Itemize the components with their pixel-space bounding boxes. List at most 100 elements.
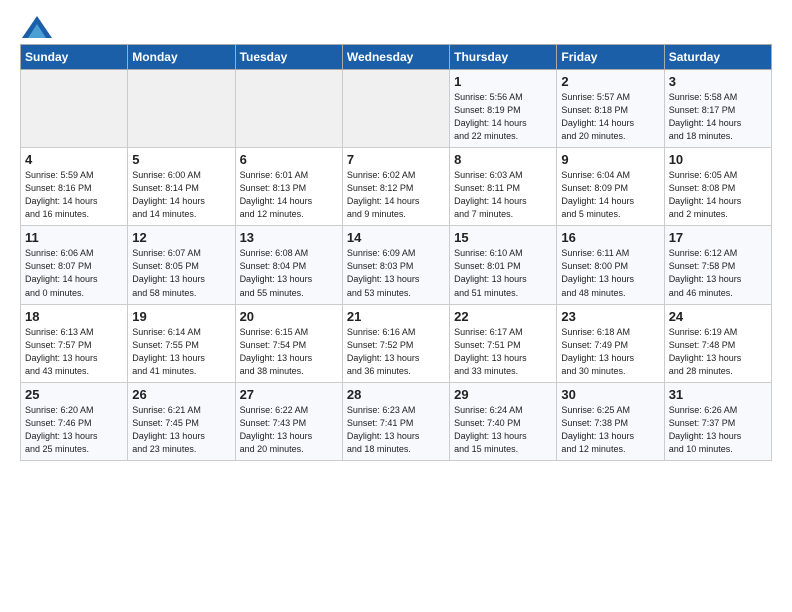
day-number: 8 [454,152,552,167]
day-number: 6 [240,152,338,167]
day-info: Sunrise: 6:13 AM Sunset: 7:57 PM Dayligh… [25,326,123,378]
day-number: 28 [347,387,445,402]
day-number: 17 [669,230,767,245]
day-info: Sunrise: 6:01 AM Sunset: 8:13 PM Dayligh… [240,169,338,221]
header-cell-friday: Friday [557,45,664,70]
header-cell-monday: Monday [128,45,235,70]
day-cell: 31 Sunrise: 6:26 AM Sunset: 7:37 PM Dayli… [664,382,771,460]
day-number: 10 [669,152,767,167]
day-info: Sunrise: 5:57 AM Sunset: 8:18 PM Dayligh… [561,91,659,143]
day-info: Sunrise: 6:21 AM Sunset: 7:45 PM Dayligh… [132,404,230,456]
logo [20,16,52,34]
day-info: Sunrise: 6:10 AM Sunset: 8:01 PM Dayligh… [454,247,552,299]
page: SundayMondayTuesdayWednesdayThursdayFrid… [0,0,792,473]
day-number: 12 [132,230,230,245]
day-number: 25 [25,387,123,402]
day-cell [342,70,449,148]
day-number: 3 [669,74,767,89]
day-info: Sunrise: 6:06 AM Sunset: 8:07 PM Dayligh… [25,247,123,299]
day-number: 1 [454,74,552,89]
day-number: 4 [25,152,123,167]
day-info: Sunrise: 6:18 AM Sunset: 7:49 PM Dayligh… [561,326,659,378]
day-cell: 1 Sunrise: 5:56 AM Sunset: 8:19 PM Daylig… [450,70,557,148]
day-cell [235,70,342,148]
day-cell: 26 Sunrise: 6:21 AM Sunset: 7:45 PM Dayli… [128,382,235,460]
day-number: 7 [347,152,445,167]
day-number: 5 [132,152,230,167]
day-cell: 22 Sunrise: 6:17 AM Sunset: 7:51 PM Dayli… [450,304,557,382]
day-cell: 14Sunrise: 6:09 AM Sunset: 8:03 PM Dayli… [342,226,449,304]
day-cell: 27 Sunrise: 6:22 AM Sunset: 7:43 PM Dayli… [235,382,342,460]
header-cell-tuesday: Tuesday [235,45,342,70]
day-cell: 6 Sunrise: 6:01 AM Sunset: 8:13 PM Daylig… [235,148,342,226]
day-info: Sunrise: 6:00 AM Sunset: 8:14 PM Dayligh… [132,169,230,221]
day-info: Sunrise: 6:22 AM Sunset: 7:43 PM Dayligh… [240,404,338,456]
day-number: 30 [561,387,659,402]
week-row-3: 11 Sunrise: 6:06 AM Sunset: 8:07 PM Dayli… [21,226,772,304]
header-cell-wednesday: Wednesday [342,45,449,70]
week-row-4: 18 Sunrise: 6:13 AM Sunset: 7:57 PM Dayli… [21,304,772,382]
day-info: Sunrise: 6:24 AM Sunset: 7:40 PM Dayligh… [454,404,552,456]
day-cell: 20 Sunrise: 6:15 AM Sunset: 7:54 PM Dayli… [235,304,342,382]
header-cell-sunday: Sunday [21,45,128,70]
day-cell: 11 Sunrise: 6:06 AM Sunset: 8:07 PM Dayli… [21,226,128,304]
day-number: 9 [561,152,659,167]
day-number: 31 [669,387,767,402]
day-number: 24 [669,309,767,324]
day-cell [21,70,128,148]
day-number: 23 [561,309,659,324]
week-row-5: 25 Sunrise: 6:20 AM Sunset: 7:46 PM Dayli… [21,382,772,460]
day-number: 15 [454,230,552,245]
header [20,16,772,34]
day-info: Sunrise: 5:59 AM Sunset: 8:16 PM Dayligh… [25,169,123,221]
day-info: Sunrise: 6:07 AM Sunset: 8:05 PM Dayligh… [132,247,230,299]
day-cell: 23 Sunrise: 6:18 AM Sunset: 7:49 PM Dayli… [557,304,664,382]
day-info: Sunrise: 6:16 AM Sunset: 7:52 PM Dayligh… [347,326,445,378]
day-info: Sunrise: 6:17 AM Sunset: 7:51 PM Dayligh… [454,326,552,378]
day-info: Sunrise: 6:08 AM Sunset: 8:04 PM Dayligh… [240,247,338,299]
logo-icon [22,16,52,38]
day-cell [128,70,235,148]
day-number: 18 [25,309,123,324]
day-info: Sunrise: 6:20 AM Sunset: 7:46 PM Dayligh… [25,404,123,456]
day-cell: 3 Sunrise: 5:58 AM Sunset: 8:17 PM Daylig… [664,70,771,148]
calendar-table: SundayMondayTuesdayWednesdayThursdayFrid… [20,44,772,461]
header-cell-thursday: Thursday [450,45,557,70]
day-cell: 28 Sunrise: 6:23 AM Sunset: 7:41 PM Dayli… [342,382,449,460]
day-info: Sunrise: 6:19 AM Sunset: 7:48 PM Dayligh… [669,326,767,378]
day-info: Sunrise: 6:09 AM Sunset: 8:03 PM Dayligh… [347,247,445,299]
day-info: Sunrise: 6:15 AM Sunset: 7:54 PM Dayligh… [240,326,338,378]
header-cell-saturday: Saturday [664,45,771,70]
day-info: Sunrise: 6:11 AM Sunset: 8:00 PM Dayligh… [561,247,659,299]
day-number: 26 [132,387,230,402]
day-number: 22 [454,309,552,324]
week-row-2: 4 Sunrise: 5:59 AM Sunset: 8:16 PM Daylig… [21,148,772,226]
day-cell: 17 Sunrise: 6:12 AM Sunset: 7:58 PM Dayli… [664,226,771,304]
day-info: Sunrise: 5:56 AM Sunset: 8:19 PM Dayligh… [454,91,552,143]
day-info: Sunrise: 6:25 AM Sunset: 7:38 PM Dayligh… [561,404,659,456]
day-cell: 24 Sunrise: 6:19 AM Sunset: 7:48 PM Dayli… [664,304,771,382]
day-number: 2 [561,74,659,89]
day-number: 20 [240,309,338,324]
day-number: 11 [25,230,123,245]
day-cell: 5 Sunrise: 6:00 AM Sunset: 8:14 PM Daylig… [128,148,235,226]
day-info: Sunrise: 6:12 AM Sunset: 7:58 PM Dayligh… [669,247,767,299]
day-info: Sunrise: 6:02 AM Sunset: 8:12 PM Dayligh… [347,169,445,221]
day-info: Sunrise: 5:58 AM Sunset: 8:17 PM Dayligh… [669,91,767,143]
day-cell: 12 Sunrise: 6:07 AM Sunset: 8:05 PM Dayli… [128,226,235,304]
day-cell: 21 Sunrise: 6:16 AM Sunset: 7:52 PM Dayli… [342,304,449,382]
day-number: 29 [454,387,552,402]
day-info: Sunrise: 6:23 AM Sunset: 7:41 PM Dayligh… [347,404,445,456]
day-info: Sunrise: 6:04 AM Sunset: 8:09 PM Dayligh… [561,169,659,221]
day-info: Sunrise: 6:03 AM Sunset: 8:11 PM Dayligh… [454,169,552,221]
day-info: Sunrise: 6:26 AM Sunset: 7:37 PM Dayligh… [669,404,767,456]
day-cell: 30 Sunrise: 6:25 AM Sunset: 7:38 PM Dayli… [557,382,664,460]
day-cell: 29 Sunrise: 6:24 AM Sunset: 7:40 PM Dayli… [450,382,557,460]
day-cell: 25 Sunrise: 6:20 AM Sunset: 7:46 PM Dayli… [21,382,128,460]
day-number: 27 [240,387,338,402]
day-cell: 16 Sunrise: 6:11 AM Sunset: 8:00 PM Dayli… [557,226,664,304]
day-info: Sunrise: 6:14 AM Sunset: 7:55 PM Dayligh… [132,326,230,378]
day-cell: 9 Sunrise: 6:04 AM Sunset: 8:09 PM Daylig… [557,148,664,226]
day-number: 16 [561,230,659,245]
day-number: 21 [347,309,445,324]
